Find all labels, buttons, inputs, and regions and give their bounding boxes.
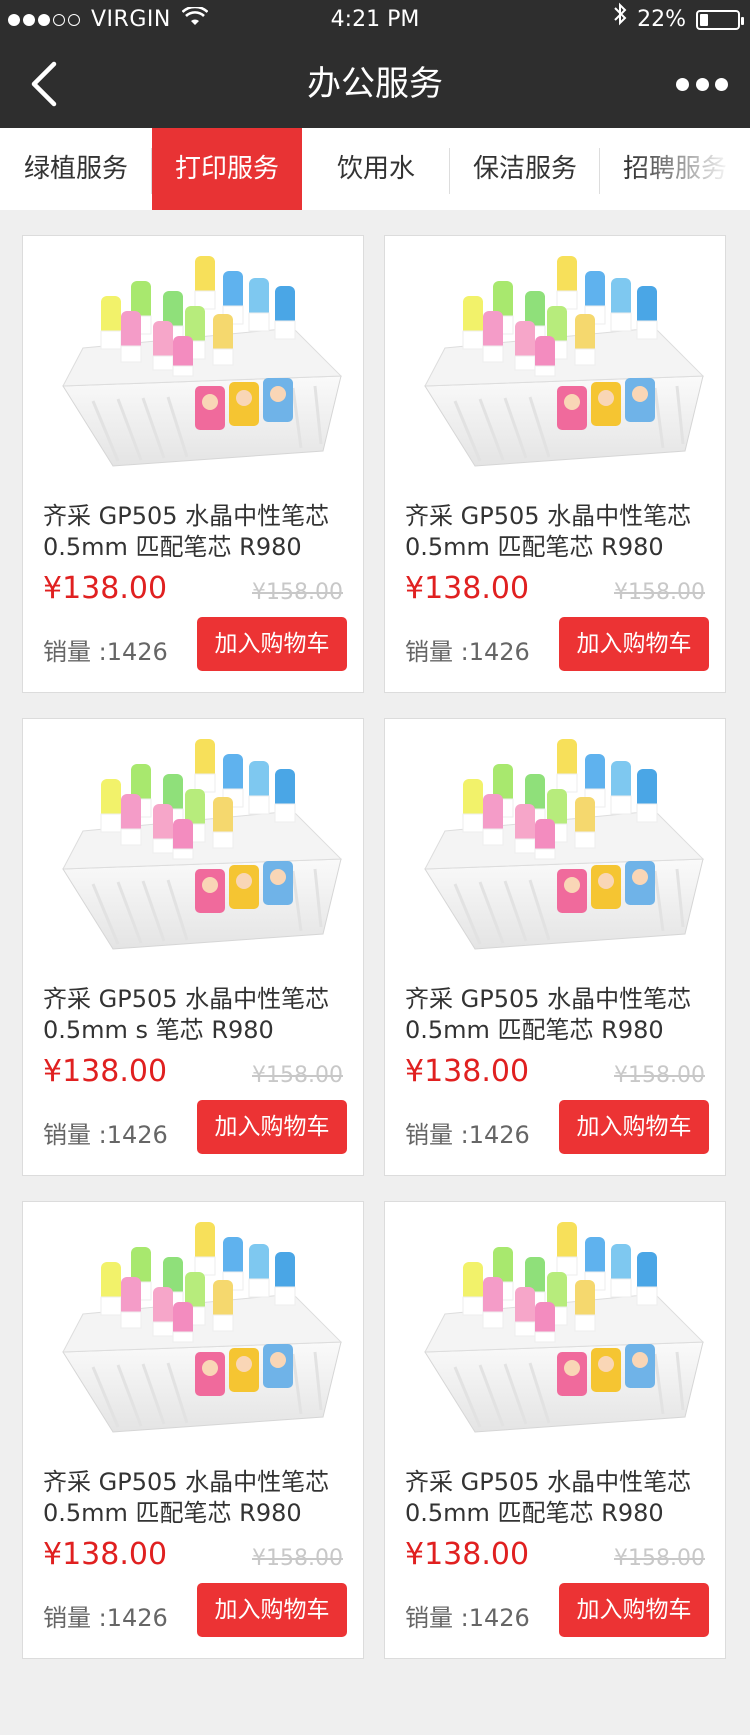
product-original-price: ¥158.00 (614, 1063, 705, 1088)
add-to-cart-button[interactable]: 加入购物车 (197, 1583, 347, 1637)
product-price: ¥138.00 (405, 1054, 530, 1089)
product-original-price: ¥158.00 (614, 580, 705, 605)
product-image[interactable] (385, 719, 725, 969)
category-tabs: 绿植服务 打印服务 饮用水 保洁服务 招聘服务 (0, 128, 750, 210)
add-to-cart-button[interactable]: 加入购物车 (197, 1100, 347, 1154)
add-to-cart-button[interactable]: 加入购物车 (559, 617, 709, 671)
product-name[interactable]: 齐采 GP505 水晶中性笔芯 0.5mm 匹配笔芯 R980 (405, 1467, 713, 1529)
nav-bar: 办公服务 (0, 40, 750, 128)
product-card[interactable]: 齐采 GP505 水晶中性笔芯 0.5mm 匹配笔芯 R980 ¥138.00 … (384, 718, 726, 1176)
tab-printing[interactable]: 打印服务 (152, 128, 302, 210)
product-card[interactable]: 齐采 GP505 水晶中性笔芯 0.5mm 匹配笔芯 R980 ¥138.00 … (22, 235, 364, 693)
bluetooth-icon (613, 0, 627, 40)
product-sales: 销量 :1426 (405, 638, 530, 666)
product-image[interactable] (23, 236, 363, 486)
product-original-price: ¥158.00 (252, 580, 343, 605)
product-price: ¥138.00 (43, 1054, 168, 1089)
product-name[interactable]: 齐采 GP505 水晶中性笔芯 0.5mm 匹配笔芯 R980 (405, 501, 713, 563)
battery-icon (696, 10, 744, 30)
add-to-cart-button[interactable]: 加入购物车 (559, 1583, 709, 1637)
product-sales: 销量 :1426 (43, 1604, 168, 1632)
product-sales: 销量 :1426 (405, 1121, 530, 1149)
product-original-price: ¥158.00 (252, 1063, 343, 1088)
tab-recruiting[interactable]: 招聘服务 (600, 128, 750, 210)
product-image[interactable] (385, 1202, 725, 1452)
status-bar: VIRGIN 4:21 PM 22% (0, 0, 750, 40)
product-original-price: ¥158.00 (614, 1546, 705, 1571)
battery-percent: 22% (637, 7, 686, 32)
product-original-price: ¥158.00 (252, 1546, 343, 1571)
product-image[interactable] (385, 236, 725, 486)
product-price: ¥138.00 (405, 1537, 530, 1572)
product-name[interactable]: 齐采 GP505 水晶中性笔芯 0.5mm 匹配笔芯 R980 (43, 501, 351, 563)
product-card[interactable]: 齐采 GP505 水晶中性笔芯 0.5mm 匹配笔芯 R980 ¥138.00 … (384, 235, 726, 693)
tab-plants[interactable]: 绿植服务 (0, 128, 152, 210)
page-title: 办公服务 (307, 64, 443, 104)
product-price: ¥138.00 (43, 571, 168, 606)
tab-water[interactable]: 饮用水 (302, 128, 450, 210)
product-card[interactable]: 齐采 GP505 水晶中性笔芯 0.5mm 匹配笔芯 R980 ¥138.00 … (22, 1201, 364, 1659)
product-card[interactable]: 齐采 GP505 水晶中性笔芯 0.5mm s 笔芯 R980 ¥138.00 … (22, 718, 364, 1176)
product-sales: 销量 :1426 (43, 1121, 168, 1149)
product-name[interactable]: 齐采 GP505 水晶中性笔芯 0.5mm 匹配笔芯 R980 (43, 1467, 351, 1529)
add-to-cart-button[interactable]: 加入购物车 (559, 1100, 709, 1154)
tab-cleaning[interactable]: 保洁服务 (450, 128, 600, 210)
product-sales: 销量 :1426 (43, 638, 168, 666)
product-name[interactable]: 齐采 GP505 水晶中性笔芯 0.5mm 匹配笔芯 R980 (405, 984, 713, 1046)
product-card[interactable]: 齐采 GP505 水晶中性笔芯 0.5mm 匹配笔芯 R980 ¥138.00 … (384, 1201, 726, 1659)
product-image[interactable] (23, 1202, 363, 1452)
add-to-cart-button[interactable]: 加入购物车 (197, 617, 347, 671)
product-price: ¥138.00 (43, 1537, 168, 1572)
product-sales: 销量 :1426 (405, 1604, 530, 1632)
product-image[interactable] (23, 719, 363, 969)
more-button[interactable] (676, 70, 728, 98)
more-dots-icon (676, 77, 689, 91)
product-name[interactable]: 齐采 GP505 水晶中性笔芯 0.5mm s 笔芯 R980 (43, 984, 351, 1046)
top-bar: VIRGIN 4:21 PM 22% 办公服务 (0, 0, 750, 128)
product-price: ¥138.00 (405, 571, 530, 606)
